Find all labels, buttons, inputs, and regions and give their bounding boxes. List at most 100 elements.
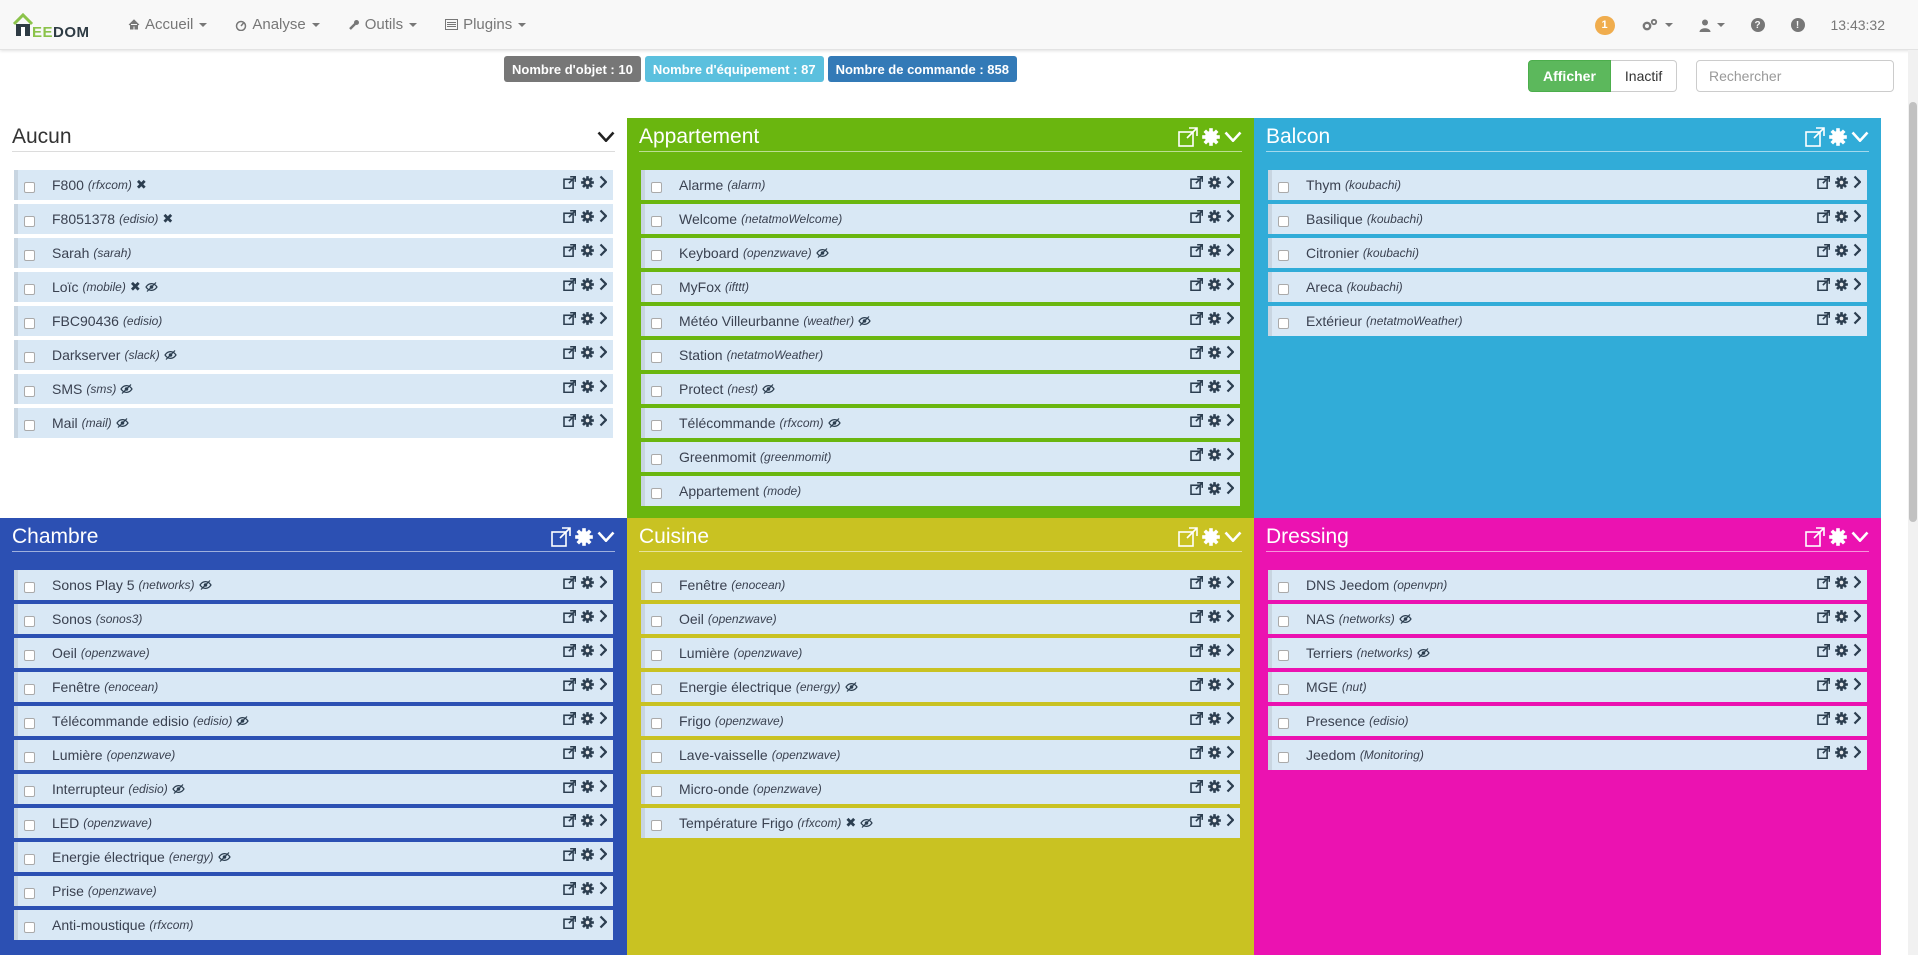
notification-button[interactable]: 1 bbox=[1582, 0, 1628, 50]
external-link-icon[interactable] bbox=[562, 345, 576, 359]
external-link-icon[interactable] bbox=[1189, 575, 1203, 589]
gear-icon[interactable] bbox=[1829, 127, 1847, 146]
equipment-checkbox[interactable] bbox=[1278, 215, 1289, 227]
external-link-icon[interactable] bbox=[1178, 526, 1198, 547]
gear-icon[interactable] bbox=[580, 745, 594, 759]
chevron-right-icon[interactable] bbox=[1226, 413, 1234, 427]
open-object-button[interactable] bbox=[1805, 126, 1825, 147]
gear-icon[interactable] bbox=[1834, 575, 1848, 589]
configure-object-button[interactable] bbox=[1202, 127, 1220, 146]
open-object-button[interactable] bbox=[1178, 526, 1198, 547]
gear-icon[interactable] bbox=[580, 609, 594, 623]
external-link-icon[interactable] bbox=[1816, 209, 1830, 223]
menu-analyse[interactable]: Analyse bbox=[221, 0, 333, 50]
gear-icon[interactable] bbox=[580, 711, 594, 725]
equipment-item[interactable]: NAS (networks) bbox=[1268, 604, 1867, 634]
chevron-right-icon[interactable] bbox=[1226, 175, 1234, 189]
equipment-checkbox[interactable] bbox=[24, 351, 35, 363]
configure-object-button[interactable] bbox=[1829, 127, 1847, 146]
gear-icon[interactable] bbox=[580, 345, 594, 359]
equipment-checkbox[interactable] bbox=[1278, 615, 1289, 627]
system-menu-button[interactable] bbox=[1628, 0, 1686, 50]
chevron-right-icon[interactable] bbox=[1226, 643, 1234, 657]
external-link-icon[interactable] bbox=[1816, 243, 1830, 257]
configure-object-button[interactable] bbox=[1829, 527, 1847, 546]
gear-icon[interactable] bbox=[1207, 345, 1221, 359]
chevron-right-icon[interactable] bbox=[1226, 779, 1234, 793]
equipment-item[interactable]: Alarme (alarm) bbox=[641, 170, 1240, 200]
chevron-right-icon[interactable] bbox=[1226, 745, 1234, 759]
chevron-right-icon[interactable] bbox=[599, 575, 607, 589]
external-link-icon[interactable] bbox=[562, 575, 576, 589]
gear-icon[interactable] bbox=[580, 175, 594, 189]
external-link-icon[interactable] bbox=[1816, 745, 1830, 759]
chevron-right-icon[interactable] bbox=[599, 413, 607, 427]
equipment-item[interactable]: SMS (sms) bbox=[14, 374, 613, 404]
gear-icon[interactable] bbox=[1207, 813, 1221, 827]
chevron-right-icon[interactable] bbox=[1853, 277, 1861, 291]
gear-icon[interactable] bbox=[1207, 175, 1221, 189]
equipment-item[interactable]: Frigo (openzwave) bbox=[641, 706, 1240, 736]
chevron-right-icon[interactable] bbox=[1853, 745, 1861, 759]
external-link-icon[interactable] bbox=[1816, 575, 1830, 589]
search-input[interactable] bbox=[1696, 60, 1894, 92]
gear-icon[interactable] bbox=[580, 881, 594, 895]
external-link-icon[interactable] bbox=[1805, 526, 1825, 547]
external-link-icon[interactable] bbox=[1189, 609, 1203, 623]
equipment-item[interactable]: Presence (edisio) bbox=[1268, 706, 1867, 736]
configure-object-button[interactable] bbox=[1202, 527, 1220, 546]
external-link-icon[interactable] bbox=[1189, 209, 1203, 223]
external-link-icon[interactable] bbox=[1816, 277, 1830, 291]
chevron-right-icon[interactable] bbox=[1853, 643, 1861, 657]
equipment-checkbox[interactable] bbox=[24, 581, 35, 593]
chevron-right-icon[interactable] bbox=[599, 643, 607, 657]
equipment-checkbox[interactable] bbox=[651, 751, 662, 763]
equipment-item[interactable]: Welcome (netatmoWelcome) bbox=[641, 204, 1240, 234]
equipment-item[interactable]: Greenmomit (greenmomit) bbox=[641, 442, 1240, 472]
chevron-down-icon[interactable] bbox=[1224, 531, 1242, 543]
equipment-checkbox[interactable] bbox=[651, 683, 662, 695]
chevron-down-icon[interactable] bbox=[1851, 531, 1869, 543]
equipment-item[interactable]: Keyboard (openzwave) bbox=[641, 238, 1240, 268]
chevron-right-icon[interactable] bbox=[1226, 677, 1234, 691]
gear-icon[interactable] bbox=[580, 643, 594, 657]
chevron-right-icon[interactable] bbox=[1226, 813, 1234, 827]
gear-icon[interactable] bbox=[1207, 243, 1221, 257]
equipment-item[interactable]: MGE (nut) bbox=[1268, 672, 1867, 702]
equipment-checkbox[interactable] bbox=[24, 249, 35, 261]
chevron-right-icon[interactable] bbox=[1226, 277, 1234, 291]
external-link-icon[interactable] bbox=[1189, 345, 1203, 359]
inactive-button[interactable]: Inactif bbox=[1610, 60, 1678, 92]
external-link-icon[interactable] bbox=[562, 175, 576, 189]
chevron-right-icon[interactable] bbox=[1853, 311, 1861, 325]
collapse-button[interactable] bbox=[1224, 531, 1242, 543]
equipment-item[interactable]: Sonos (sonos3) bbox=[14, 604, 613, 634]
external-link-icon[interactable] bbox=[1189, 745, 1203, 759]
gear-icon[interactable] bbox=[1207, 481, 1221, 495]
chevron-right-icon[interactable] bbox=[599, 677, 607, 691]
equipment-item[interactable]: Loïc (mobile) ✖ bbox=[14, 272, 613, 302]
chevron-right-icon[interactable] bbox=[1226, 209, 1234, 223]
equipment-item[interactable]: Lave-vaisselle (openzwave) bbox=[641, 740, 1240, 770]
external-link-icon[interactable] bbox=[562, 745, 576, 759]
equipment-checkbox[interactable] bbox=[651, 181, 662, 193]
gear-icon[interactable] bbox=[1834, 209, 1848, 223]
equipment-item[interactable]: Lumière (openzwave) bbox=[14, 740, 613, 770]
equipment-checkbox[interactable] bbox=[651, 487, 662, 499]
chevron-right-icon[interactable] bbox=[1853, 209, 1861, 223]
menu-plugins[interactable]: Plugins bbox=[431, 0, 540, 50]
chevron-right-icon[interactable] bbox=[1226, 609, 1234, 623]
equipment-checkbox[interactable] bbox=[24, 283, 35, 295]
external-link-icon[interactable] bbox=[1816, 311, 1830, 325]
equipment-item[interactable]: Jeedom (Monitoring) bbox=[1268, 740, 1867, 770]
external-link-icon[interactable] bbox=[1189, 311, 1203, 325]
equipment-checkbox[interactable] bbox=[24, 819, 35, 831]
equipment-item[interactable]: Météo Villeurbanne (weather) bbox=[641, 306, 1240, 336]
gear-icon[interactable] bbox=[1207, 643, 1221, 657]
external-link-icon[interactable] bbox=[562, 847, 576, 861]
chevron-right-icon[interactable] bbox=[599, 881, 607, 895]
chevron-right-icon[interactable] bbox=[599, 379, 607, 393]
chevron-right-icon[interactable] bbox=[1853, 575, 1861, 589]
chevron-down-icon[interactable] bbox=[1224, 131, 1242, 143]
gear-icon[interactable] bbox=[1207, 575, 1221, 589]
